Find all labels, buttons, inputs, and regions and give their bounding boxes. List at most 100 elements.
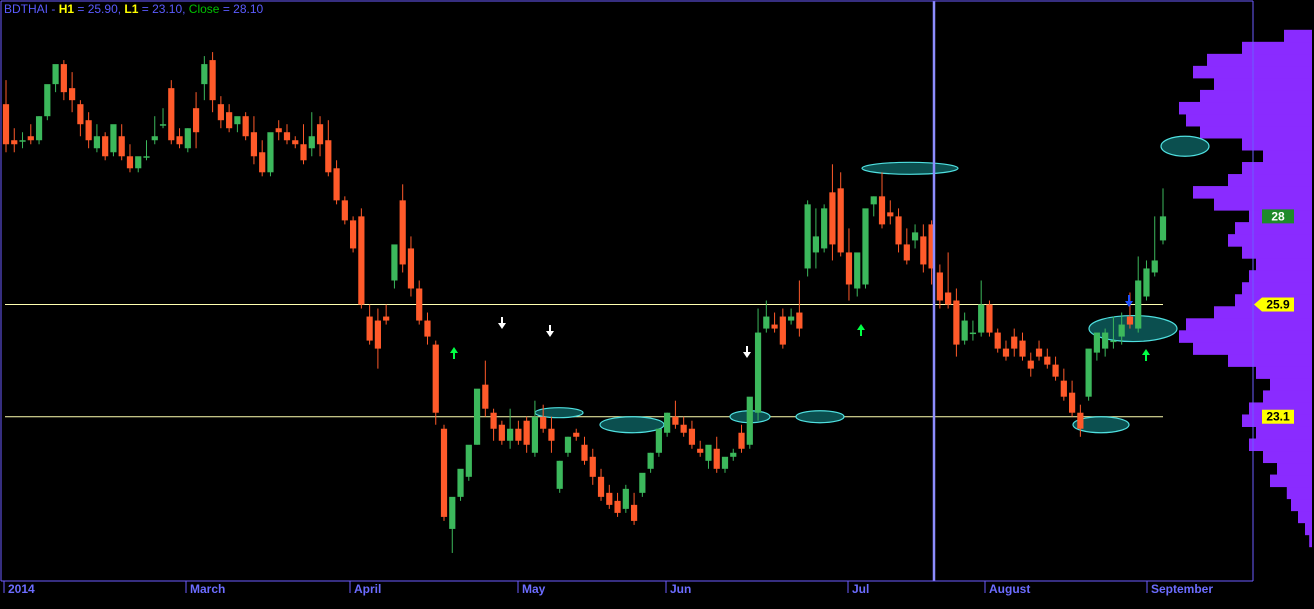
candle-body bbox=[93, 136, 101, 149]
volume-profile-bar bbox=[1228, 234, 1312, 247]
volume-profile-bar bbox=[1200, 125, 1312, 139]
candle bbox=[432, 340, 439, 425]
candle-body bbox=[374, 320, 381, 349]
x-tick-label: Jun bbox=[670, 582, 691, 596]
candle-body bbox=[85, 120, 92, 141]
candle-body bbox=[688, 428, 696, 445]
volume-profile-bar bbox=[1186, 318, 1312, 331]
candle-body bbox=[548, 428, 555, 441]
candle-body bbox=[630, 504, 638, 521]
candle bbox=[821, 204, 828, 253]
candle-body bbox=[606, 492, 613, 505]
close-badge: 28 bbox=[1262, 209, 1294, 224]
candle-body bbox=[35, 116, 43, 141]
candle-body bbox=[407, 248, 415, 289]
candle-body bbox=[730, 452, 737, 457]
candle-body bbox=[226, 112, 233, 129]
candle-body bbox=[350, 220, 357, 249]
candle bbox=[804, 200, 811, 277]
volume-profile-bar bbox=[1256, 258, 1312, 271]
volume-profile-bar bbox=[1235, 222, 1312, 235]
badge-label: 25.9 bbox=[1266, 298, 1290, 312]
highlight-ellipse bbox=[795, 410, 845, 424]
candle-body bbox=[432, 344, 439, 413]
candle-body bbox=[27, 136, 34, 141]
highlight-ellipse bbox=[599, 416, 665, 434]
close-value: = 28.10 bbox=[219, 2, 264, 16]
l1-label: L1 bbox=[124, 2, 139, 16]
candle-body bbox=[151, 136, 158, 141]
candle-body bbox=[1060, 380, 1067, 397]
candle-body bbox=[391, 244, 398, 281]
candle-body bbox=[1019, 340, 1026, 357]
candle-body bbox=[308, 136, 315, 149]
candle bbox=[862, 208, 869, 289]
x-tick-label: September bbox=[1151, 582, 1213, 596]
candle-body bbox=[473, 388, 481, 445]
candle-body bbox=[647, 452, 654, 469]
candle-body bbox=[135, 156, 142, 169]
h1-value: = 25.90, bbox=[74, 2, 125, 16]
candle-body bbox=[449, 496, 456, 529]
candle bbox=[655, 428, 662, 457]
candle bbox=[242, 112, 249, 141]
candle-body bbox=[1102, 332, 1109, 349]
candle-body bbox=[300, 144, 307, 161]
candle-body bbox=[217, 104, 224, 121]
volume-profile-bar bbox=[1214, 77, 1312, 91]
candle-body bbox=[597, 476, 605, 497]
volume-profile-bar bbox=[1305, 522, 1312, 536]
candle-body bbox=[275, 128, 282, 133]
candle-body bbox=[1077, 412, 1084, 429]
volume-profile-bar bbox=[1228, 354, 1312, 367]
candle-body bbox=[589, 456, 596, 477]
candle-body bbox=[1118, 324, 1125, 337]
candle bbox=[746, 396, 753, 449]
candle-body bbox=[358, 216, 365, 305]
candle-body bbox=[796, 312, 803, 329]
candle-body bbox=[110, 124, 117, 153]
candle-body bbox=[961, 320, 968, 341]
h1-label: H1 bbox=[58, 2, 75, 16]
candle-body bbox=[697, 448, 704, 453]
candle-body bbox=[763, 316, 770, 329]
candle-body bbox=[1093, 332, 1100, 353]
candle bbox=[622, 484, 629, 513]
candle-body bbox=[945, 292, 952, 305]
candle-body bbox=[721, 456, 729, 469]
volume-profile-bar bbox=[1286, 486, 1312, 500]
candle-body bbox=[581, 444, 588, 461]
candle-body bbox=[250, 132, 258, 157]
x-tick-label: May bbox=[522, 582, 546, 596]
candle-body bbox=[854, 252, 861, 289]
candle-body bbox=[201, 64, 208, 85]
highlight-ellipse bbox=[861, 161, 959, 175]
candle bbox=[44, 84, 51, 121]
candlestick-chart: 2014 March April May Jun Jul August September 2… bbox=[0, 0, 1314, 609]
candle-body bbox=[887, 212, 894, 217]
candle-body bbox=[870, 196, 877, 205]
candle-body bbox=[564, 436, 572, 453]
volume-profile-bar bbox=[1214, 198, 1312, 211]
candle-body bbox=[1143, 268, 1150, 297]
candle-body bbox=[614, 500, 621, 513]
x-tick-label: March bbox=[190, 582, 225, 596]
candle-body bbox=[416, 288, 423, 321]
volume-profile-bar bbox=[1200, 89, 1312, 103]
candle-body bbox=[705, 444, 712, 461]
candle-body bbox=[242, 116, 249, 137]
candle-body bbox=[746, 396, 753, 445]
candle-body bbox=[498, 424, 505, 441]
candle-body bbox=[11, 140, 18, 145]
candle-body bbox=[837, 188, 844, 253]
candle-body bbox=[994, 332, 1001, 349]
symbol-label: BDTHAI bbox=[4, 2, 49, 16]
candle bbox=[168, 80, 175, 145]
candle-body bbox=[978, 304, 985, 333]
x-tick-label: April bbox=[354, 582, 381, 596]
candle-body bbox=[2, 104, 10, 145]
volume-profile-bar bbox=[1291, 498, 1312, 512]
candle-body bbox=[69, 88, 76, 101]
volume-profile-bar bbox=[1256, 426, 1312, 440]
volume-profile-bar bbox=[1263, 390, 1312, 403]
